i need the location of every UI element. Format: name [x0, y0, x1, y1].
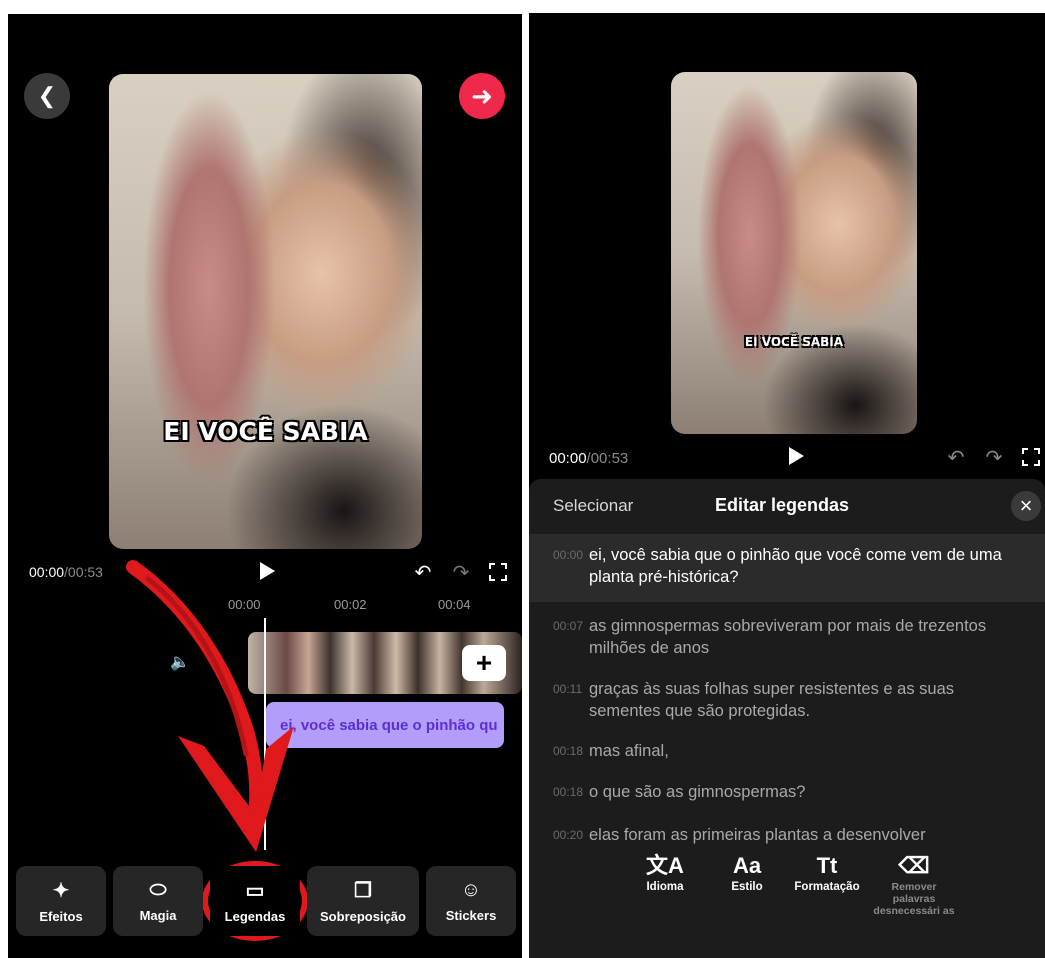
estilo-button[interactable]: Aa Estilo: [719, 853, 775, 893]
subtitle-row[interactable]: 00:00 ei, você sabia que o pinhão que vo…: [529, 534, 1045, 602]
formatacao-button[interactable]: Tt Formatação: [787, 853, 867, 893]
style-icon: Aa: [732, 853, 762, 878]
subtitle-text: ei, você sabia que o pinhão que você com…: [589, 546, 1002, 586]
subtitle-row[interactable]: 00:11 graças às suas folhas super resist…: [529, 678, 1045, 722]
fullscreen-icon: [1022, 448, 1040, 466]
format-icon: Tt: [816, 853, 838, 878]
subtitle-text: elas foram as primeiras plantas a desenv…: [589, 826, 926, 844]
overlay-icon: ❐: [354, 880, 372, 902]
time-current: 00:00: [549, 450, 587, 467]
close-button[interactable]: ×: [1011, 491, 1041, 521]
subtitle-row[interactable]: 00:20 elas foram as primeiras plantas a …: [529, 824, 1045, 848]
remove-words-button[interactable]: ⌫ Remover palavras desnecessári as: [872, 853, 956, 917]
video-caption: EI VOCÊ SABIA: [744, 335, 844, 349]
play-icon: [789, 447, 804, 465]
format-label: Idioma: [646, 881, 684, 893]
select-button[interactable]: Selecionar: [553, 496, 633, 516]
subtitle-time: 00:18: [553, 744, 584, 758]
close-icon: ×: [1019, 493, 1033, 518]
editor-panel: ❮ ➜ EI VOCÊ SABIA 00:00/00:53 ↶ ↷ 00:00 …: [8, 14, 522, 958]
tool-label: Legendas: [224, 909, 286, 924]
tool-efeitos[interactable]: ✦ Efeitos: [16, 866, 106, 936]
undo-icon: ↶: [947, 446, 965, 469]
translate-icon: 文A: [646, 853, 684, 878]
tool-stickers[interactable]: ☺ Stickers: [426, 866, 516, 936]
tool-label: Stickers: [445, 908, 497, 923]
format-label: Formatação: [794, 881, 860, 893]
subtitle-row[interactable]: 00:18 o que são as gimnospermas?: [529, 781, 1045, 803]
captions-panel: EI VOCÊ SABIA 00:00/00:53 ↶ ↷ Selecionar…: [529, 13, 1045, 958]
subtitle-text: mas afinal,: [589, 742, 669, 760]
eraser-icon: ⌫: [898, 853, 930, 878]
tool-sobreposicao[interactable]: ❐ Sobreposição: [307, 866, 419, 936]
subtitle-row[interactable]: 00:07 as gimnospermas sobreviveram por m…: [529, 615, 1045, 659]
subtitle-text: graças às suas folhas super resistentes …: [589, 680, 955, 720]
subtitle-row[interactable]: 00:18 mas afinal,: [529, 740, 1045, 762]
subtitle-time: 00:18: [553, 785, 584, 799]
format-label: Remover palavras desnecessári as: [873, 881, 955, 917]
subtitle-time: 00:07: [553, 619, 584, 633]
tool-label: Magia: [139, 908, 177, 923]
redo-button[interactable]: ↷: [983, 446, 1005, 469]
time-display: 00:00/00:53: [549, 450, 628, 467]
sheet-title: Editar legendas: [715, 495, 850, 515]
play-button[interactable]: [785, 445, 807, 467]
subtitle-time: 00:11: [553, 682, 583, 696]
sticker-icon: ☺: [460, 879, 482, 901]
tool-label: Efeitos: [39, 909, 83, 924]
undo-button[interactable]: ↶: [945, 446, 967, 469]
redo-icon: ↷: [985, 446, 1003, 469]
subtitle-time: 00:20: [553, 828, 584, 842]
format-label: Estilo: [731, 881, 763, 893]
video-preview[interactable]: EI VOCÊ SABIA: [671, 72, 917, 434]
annotation-arrow: [126, 560, 308, 941]
time-total: /00:53: [586, 450, 629, 467]
subtitle-text: as gimnospermas sobreviveram por mais de…: [589, 617, 987, 657]
tool-magia[interactable]: ⬭ Magia: [113, 866, 203, 936]
sparkles-icon: ✦: [52, 880, 70, 902]
subtitle-time: 00:00: [553, 548, 584, 562]
subtitle-text: o que são as gimnospermas?: [589, 783, 806, 801]
fullscreen-button[interactable]: [1020, 446, 1042, 468]
tool-label: Sobreposição: [320, 909, 406, 924]
captions-icon: ▭: [245, 880, 265, 902]
magic-icon: ⬭: [149, 879, 167, 901]
idioma-button[interactable]: 文A Idioma: [637, 853, 693, 893]
tool-legendas[interactable]: ▭ Legendas: [210, 866, 300, 936]
